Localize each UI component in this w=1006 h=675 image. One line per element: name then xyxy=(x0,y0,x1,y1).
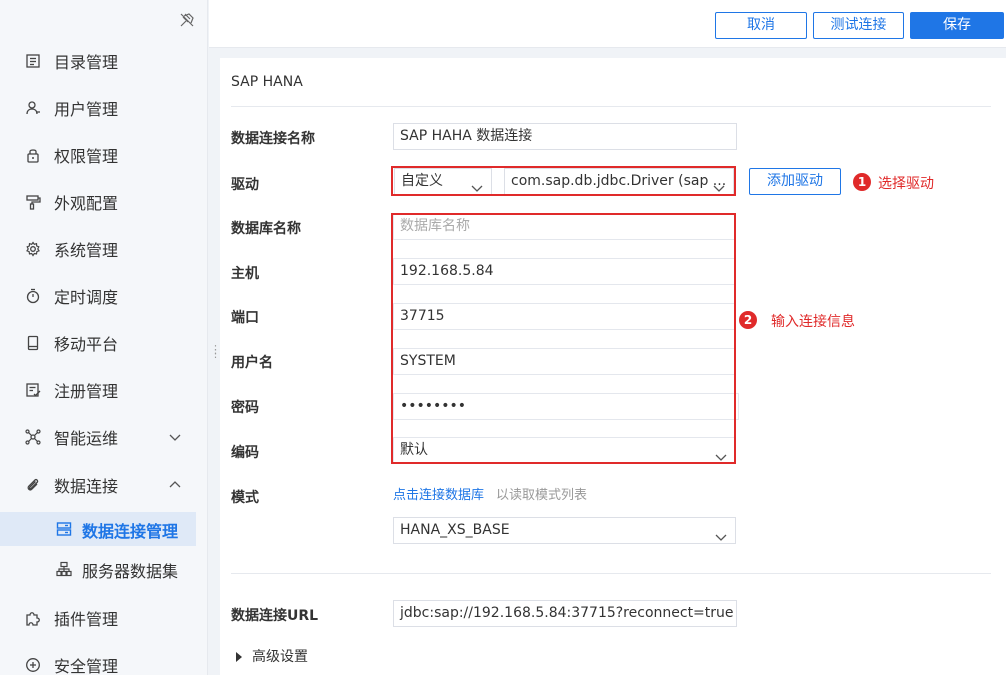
divider xyxy=(231,106,991,107)
encoding-value: 默认 xyxy=(400,442,428,458)
username-label: 用户名 xyxy=(231,355,273,371)
schema-value: HANA_XS_BASE xyxy=(400,522,510,538)
unpin-icon[interactable] xyxy=(178,12,196,30)
paperclip-icon xyxy=(24,476,42,494)
encoding-label: 编码 xyxy=(231,445,259,461)
password-input[interactable]: •••••••• xyxy=(393,393,739,420)
divider xyxy=(231,573,991,574)
sidebar-item-catalog[interactable]: 目录管理 xyxy=(0,41,208,81)
chevron-down-icon xyxy=(715,526,727,541)
port-input[interactable]: 37715 xyxy=(393,303,736,330)
sidebar-item-mobile[interactable]: 移动平台 xyxy=(0,323,208,363)
annotation-box-connection-info xyxy=(391,213,736,464)
connect-database-link[interactable]: 点击连接数据库 xyxy=(393,484,484,503)
mobile-icon xyxy=(24,334,42,352)
sidebar-item-scheduler[interactable]: 定时调度 xyxy=(0,276,208,316)
sidebar-item-label: 权限管理 xyxy=(54,147,119,166)
annotation-text-2: 输入连接信息 xyxy=(771,314,855,330)
add-driver-button[interactable]: 添加驱动 xyxy=(749,168,841,195)
sidebar-item-security[interactable]: 安全管理 xyxy=(0,645,208,675)
sidebar-subitem-label: 数据连接管理 xyxy=(82,522,179,541)
sidebar-item-label: 安全管理 xyxy=(54,657,119,675)
driver-label: 驱动 xyxy=(231,177,259,193)
dataset-icon xyxy=(56,561,72,577)
register-icon xyxy=(24,381,42,399)
driver-type-select[interactable]: 自定义 xyxy=(394,168,492,195)
host-input[interactable]: 192.168.5.84 xyxy=(393,258,736,285)
user-icon xyxy=(24,99,42,117)
connection-name-input[interactable]: SAP HAHA 数据连接 xyxy=(393,123,737,150)
chevron-down-icon xyxy=(168,430,182,444)
connection-name-label: 数据连接名称 xyxy=(231,131,315,147)
connection-form-panel: SAP HANA 数据连接名称 SAP HAHA 数据连接 驱动 自定义 com… xyxy=(220,58,1006,675)
sidebar-subitem-label: 服务器数据集 xyxy=(82,562,179,581)
paint-roller-icon xyxy=(24,193,42,211)
lock-icon xyxy=(24,146,42,164)
driver-class-value: com.sap.db.jdbc.Driver (sap ... xyxy=(511,173,727,189)
advanced-settings-label: 高级设置 xyxy=(252,649,308,665)
sidebar-subitem-data-connection-management[interactable]: 数据连接管理 xyxy=(0,512,196,546)
annotation-text-1: 选择驱动 xyxy=(878,176,934,192)
port-label: 端口 xyxy=(231,310,259,326)
puzzle-icon xyxy=(24,609,42,627)
stopwatch-icon xyxy=(24,287,42,305)
section-title: SAP HANA xyxy=(231,74,303,90)
chevron-down-icon xyxy=(471,177,483,192)
sidebar-item-registration[interactable]: 注册管理 xyxy=(0,370,208,410)
schema-hint: 以读取模式列表 xyxy=(496,488,588,503)
annotation-badge-2: 2 xyxy=(739,311,757,329)
gear-icon xyxy=(24,240,42,258)
sidebar-item-label: 数据连接 xyxy=(54,477,119,496)
sidebar-subitem-server-dataset[interactable]: 服务器数据集 xyxy=(0,552,208,586)
sidebar-item-plugins[interactable]: 插件管理 xyxy=(0,598,208,638)
sidebar-item-label: 注册管理 xyxy=(54,382,119,401)
schema-select[interactable]: HANA_XS_BASE xyxy=(393,517,736,544)
sidebar: 目录管理 用户管理 权限管理 外观配置 系统管理 定时调度 移动平台 注册管理 … xyxy=(0,0,208,675)
network-icon xyxy=(24,428,42,446)
driver-type-value: 自定义 xyxy=(401,173,443,189)
catalog-icon xyxy=(24,52,42,70)
sidebar-item-label: 智能运维 xyxy=(54,429,119,448)
host-label: 主机 xyxy=(231,266,259,282)
chevron-down-icon xyxy=(713,177,725,192)
chevron-down-icon xyxy=(715,446,727,461)
database-name-input[interactable]: 数据库名称 xyxy=(393,213,736,240)
sidebar-item-label: 用户管理 xyxy=(54,100,119,119)
sidebar-item-label: 插件管理 xyxy=(54,610,119,629)
advanced-settings-toggle[interactable]: 高级设置 xyxy=(236,646,308,666)
url-label: 数据连接URL xyxy=(231,608,319,624)
cancel-button[interactable]: 取消 xyxy=(715,12,807,39)
sidebar-item-system[interactable]: 系统管理 xyxy=(0,229,208,269)
sidebar-item-label: 系统管理 xyxy=(54,241,119,260)
shield-icon xyxy=(24,656,42,674)
sidebar-item-permissions[interactable]: 权限管理 xyxy=(0,135,208,175)
password-label: 密码 xyxy=(231,400,259,416)
sidebar-item-label: 定时调度 xyxy=(54,288,119,307)
schema-label: 模式 xyxy=(231,490,259,506)
server-icon xyxy=(56,521,72,537)
test-connection-button[interactable]: 测试连接 xyxy=(813,12,904,39)
database-name-label: 数据库名称 xyxy=(231,221,301,237)
username-input[interactable]: SYSTEM xyxy=(393,348,736,375)
driver-class-select[interactable]: com.sap.db.jdbc.Driver (sap ... xyxy=(504,168,734,195)
encoding-select[interactable]: 默认 xyxy=(393,437,736,464)
save-button[interactable]: 保存 xyxy=(910,12,1004,39)
toolbar: 取消 测试连接 保存 xyxy=(209,0,1006,48)
sidebar-item-label: 移动平台 xyxy=(54,335,119,354)
sidebar-item-smart-ops[interactable]: 智能运维 xyxy=(0,417,208,457)
sidebar-item-label: 外观配置 xyxy=(54,194,119,213)
caret-right-icon xyxy=(236,652,242,662)
annotation-badge-1: 1 xyxy=(853,173,871,191)
chevron-up-icon xyxy=(168,478,182,492)
sidebar-item-label: 目录管理 xyxy=(54,53,119,72)
url-input[interactable]: jdbc:sap://192.168.5.84:37715?reconnect=… xyxy=(393,600,737,627)
sidebar-item-data-connection[interactable]: 数据连接 xyxy=(0,465,208,505)
sidebar-item-users[interactable]: 用户管理 xyxy=(0,88,208,128)
sidebar-item-appearance[interactable]: 外观配置 xyxy=(0,182,208,222)
